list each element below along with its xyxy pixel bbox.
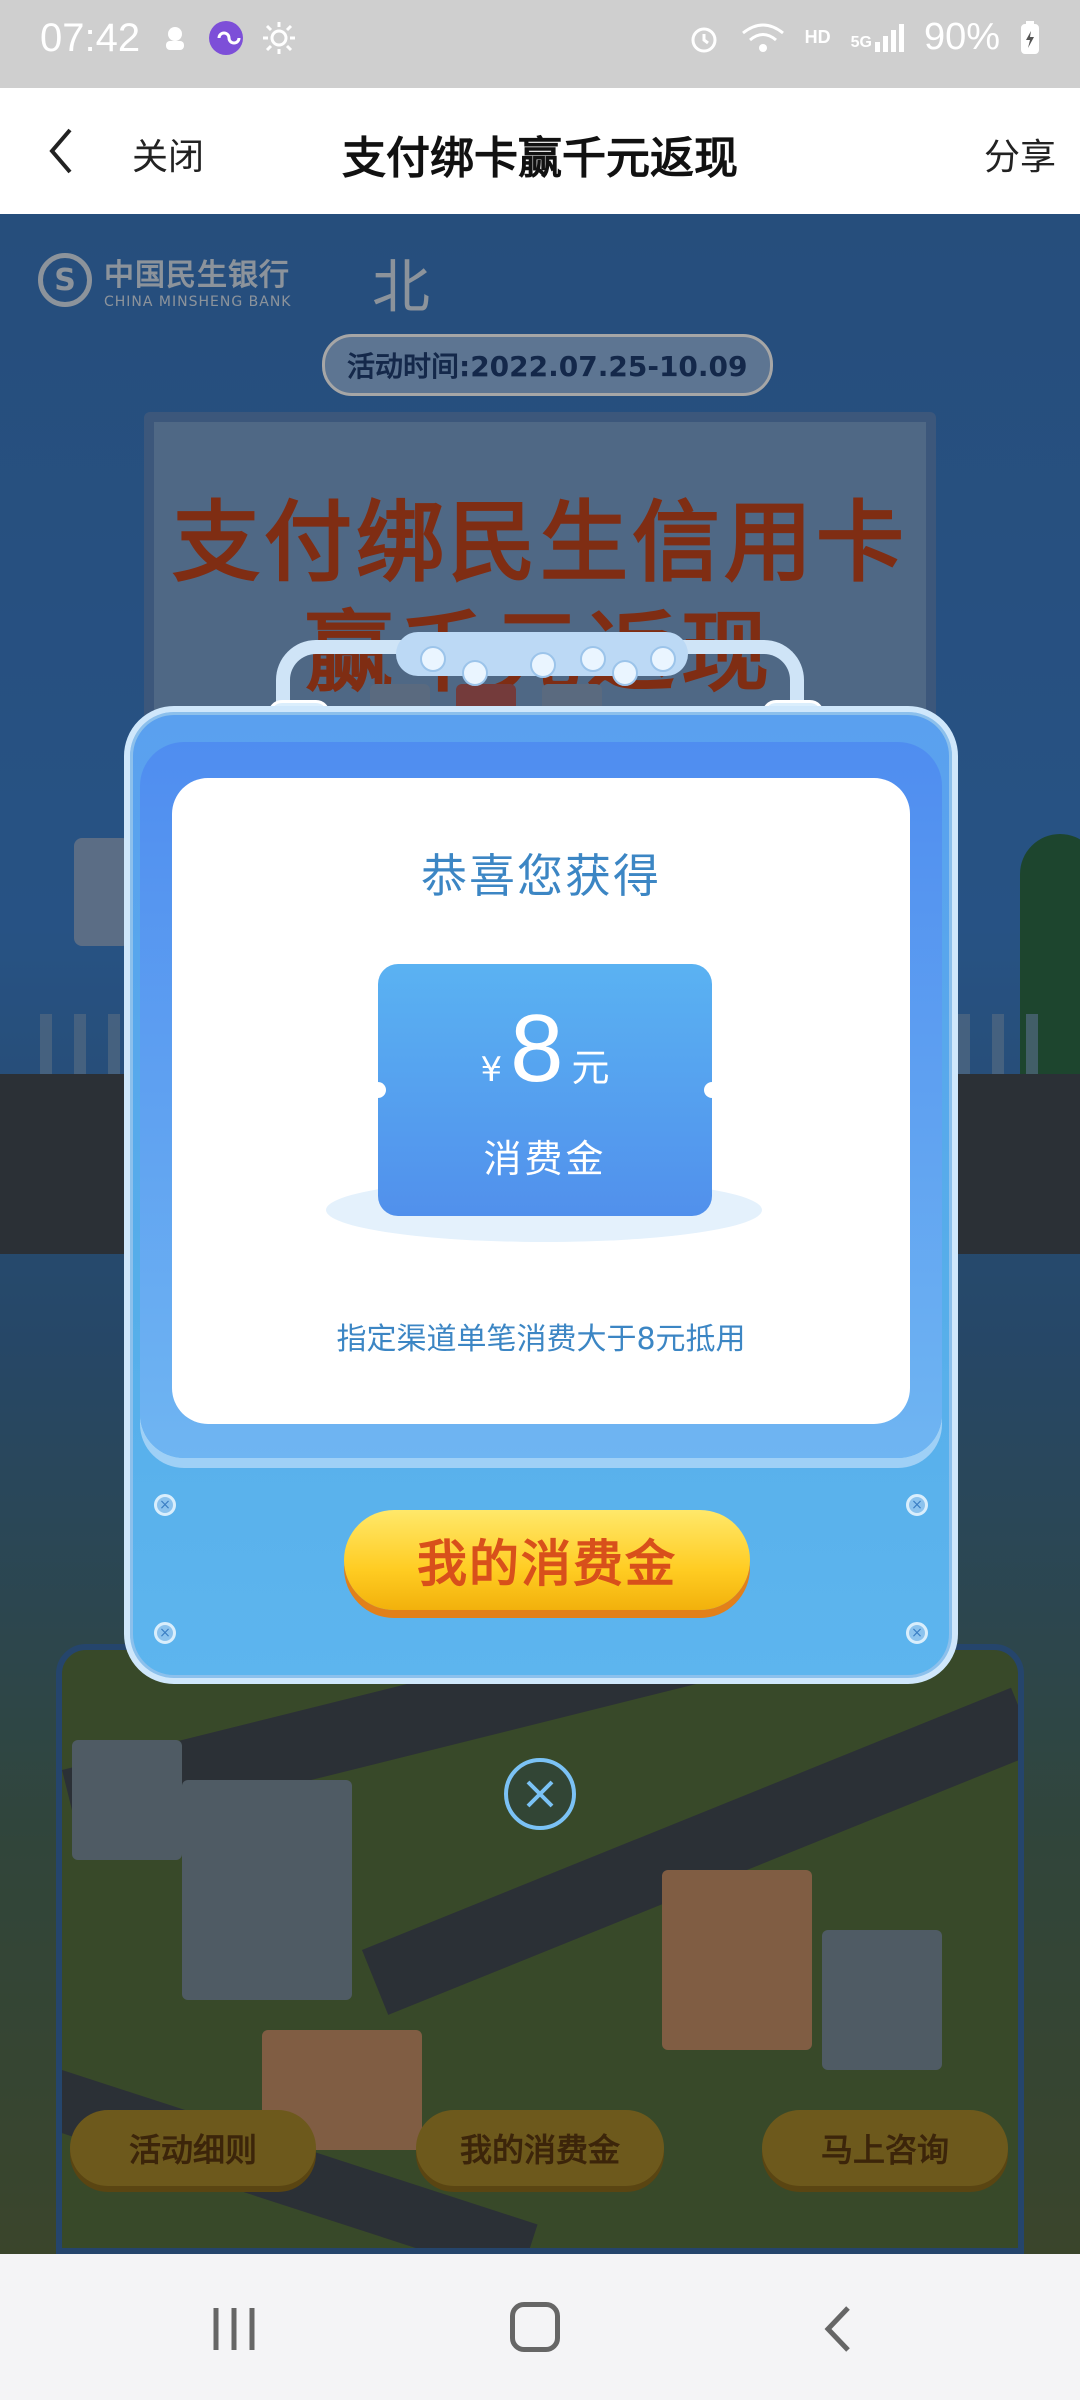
home-button[interactable] — [510, 2302, 560, 2352]
status-right-icons: HD 5G 90% — [687, 16, 1040, 59]
coupon-amount: 8 — [510, 995, 564, 1102]
status-bar: 07:42 HD 5G 90% — [0, 0, 1080, 88]
screw-decoration: × — [154, 1622, 176, 1644]
bubble-decoration — [580, 646, 606, 672]
screw-decoration: × — [906, 1622, 928, 1644]
page-title: 支付绑卡赢千元返现 — [342, 133, 738, 184]
back-icon — [824, 2306, 850, 2352]
currency-symbol: ¥ — [480, 1050, 503, 1090]
my-coupon-button[interactable]: 我的消费金 — [344, 1510, 750, 1610]
reward-modal: 恭喜您获得 ¥ 8 元 消费金 指定渠道单笔消费大于8元抵用 × × × × 我… — [124, 706, 958, 1684]
battery-percent: 90% — [923, 16, 1000, 58]
coupon-amount-row: ¥ 8 元 — [378, 994, 712, 1104]
screw-decoration: × — [906, 1494, 928, 1516]
usage-note: 指定渠道单笔消费大于8元抵用 — [336, 1322, 746, 1357]
alarm-icon — [691, 27, 717, 52]
congrats-title: 恭喜您获得 — [421, 849, 661, 903]
system-nav-bar — [0, 2254, 1080, 2400]
hd-icon: HD — [804, 27, 831, 47]
system-back-button[interactable] — [820, 2302, 856, 2360]
bubble-decoration — [420, 646, 446, 672]
wifi-icon — [741, 23, 784, 52]
status-time: 07:42 — [40, 16, 141, 60]
share-button[interactable]: 分享 — [984, 128, 1056, 180]
recent-apps-icon — [213, 2308, 255, 2350]
reward-card: 恭喜您获得 ¥ 8 元 消费金 指定渠道单笔消费大于8元抵用 — [172, 778, 910, 1424]
modal-close-button[interactable] — [504, 1758, 576, 1830]
brightness-icon — [263, 22, 295, 54]
top-nav-bar: 关闭 支付绑卡赢千元返现 分享 — [0, 88, 1080, 215]
bubble-decoration — [650, 646, 676, 672]
close-icon — [526, 1780, 554, 1808]
status-left-icons — [160, 20, 296, 56]
coupon-ticket: ¥ 8 元 消费金 — [370, 964, 720, 1216]
battery-icon — [1021, 20, 1039, 54]
link-icon — [209, 21, 243, 55]
assistant-icon — [166, 27, 184, 50]
screw-decoration: × — [154, 1494, 176, 1516]
signal-5g-icon: 5G — [851, 23, 904, 52]
coupon-type: 消费金 — [483, 1137, 607, 1181]
modal-inner-frame: 恭喜您获得 ¥ 8 元 消费金 指定渠道单笔消费大于8元抵用 — [140, 742, 942, 1458]
bubble-decoration — [612, 660, 638, 686]
bubble-decoration — [530, 652, 556, 678]
recent-apps-button[interactable] — [206, 2304, 262, 2358]
bubble-decoration — [462, 660, 488, 686]
amount-unit: 元 — [571, 1046, 610, 1090]
